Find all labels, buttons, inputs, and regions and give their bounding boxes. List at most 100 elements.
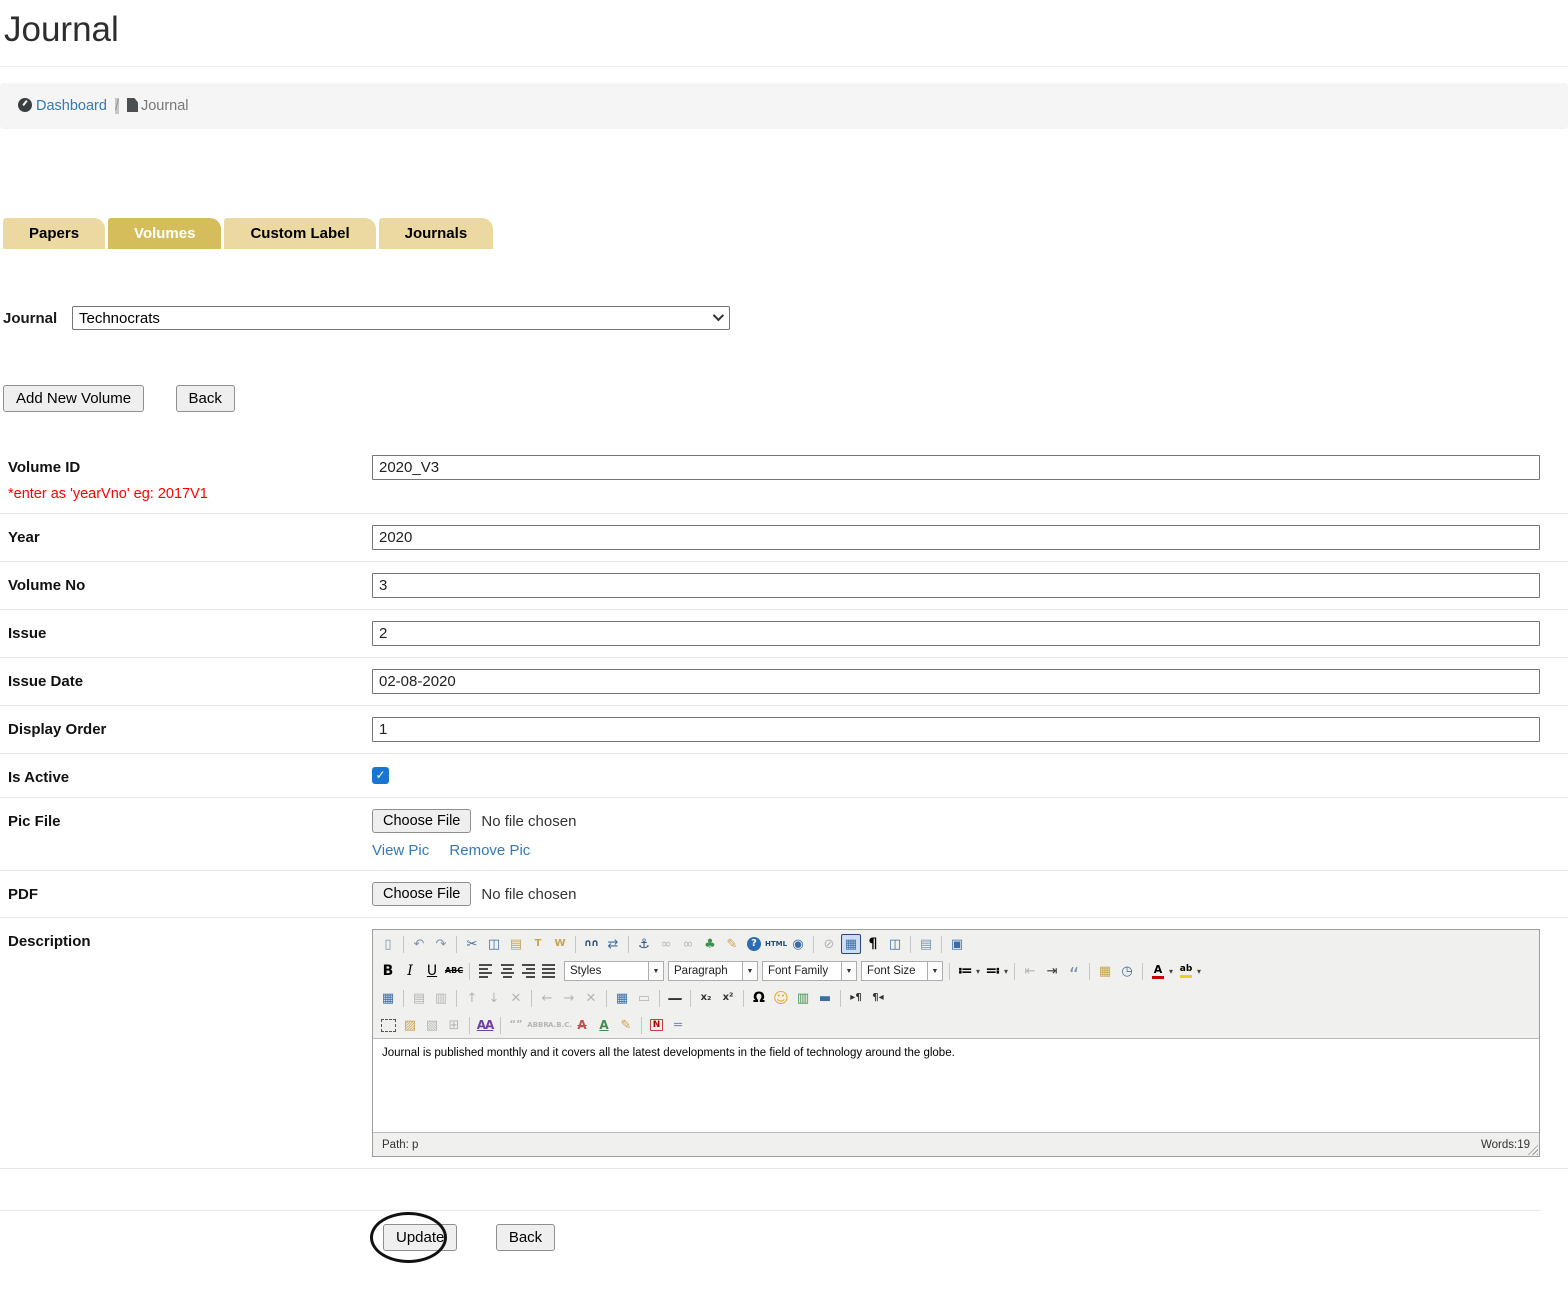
ltr-icon[interactable]: ▸¶ xyxy=(846,988,866,1008)
volume-id-input[interactable] xyxy=(372,455,1540,480)
new-document-icon[interactable]: ▯ xyxy=(378,934,398,954)
find-replace-icon[interactable]: ⇄ xyxy=(603,934,623,954)
background-color-icon-dropdown-arrow[interactable]: ▾ xyxy=(1197,967,1201,976)
align-center-icon[interactable] xyxy=(497,961,517,981)
delete-row-icon[interactable]: ✕ xyxy=(506,988,526,1008)
copy-icon[interactable]: ◫ xyxy=(484,934,504,954)
link-icon[interactable]: ∞ xyxy=(656,934,676,954)
text-color-icon-dropdown-arrow[interactable]: ▾ xyxy=(1169,967,1173,976)
styles-select-arrow-icon[interactable]: ▼ xyxy=(648,962,663,980)
emoticons-icon[interactable]: ☺ xyxy=(771,988,791,1008)
superscript-icon[interactable]: x² xyxy=(718,988,738,1008)
insert-row-before-icon[interactable]: ↑ xyxy=(462,988,482,1008)
anchor-icon[interactable]: ⚓ xyxy=(634,934,654,954)
advanced-hr-icon[interactable]: ▬ xyxy=(815,988,835,1008)
numbered-list-icon[interactable]: ≕ xyxy=(983,961,1003,981)
absolute-position-icon[interactable]: ⊞ xyxy=(444,1015,464,1035)
blockquote-icon[interactable]: “ xyxy=(1064,961,1084,981)
move-backward-icon[interactable]: ▧ xyxy=(422,1015,442,1035)
unlink-icon[interactable]: ∞ xyxy=(678,934,698,954)
paragraph-format-select-arrow-icon[interactable]: ▼ xyxy=(742,962,757,980)
view-pic-link[interactable]: View Pic xyxy=(372,842,429,859)
inserted-text-icon[interactable]: A xyxy=(594,1015,614,1035)
is-active-checkbox[interactable] xyxy=(372,767,389,784)
insert-column-before-icon[interactable]: ← xyxy=(537,988,557,1008)
insert-layer-icon[interactable] xyxy=(378,1015,398,1035)
cut-icon[interactable]: ✂ xyxy=(462,934,482,954)
font-size-select[interactable]: Font Size▼ xyxy=(861,961,943,981)
bullet-list-icon-dropdown-arrow[interactable]: ▾ xyxy=(976,967,980,976)
back-button-bottom[interactable]: Back xyxy=(496,1224,555,1251)
update-button[interactable]: Update xyxy=(383,1224,457,1251)
add-new-volume-button[interactable]: Add New Volume xyxy=(3,385,144,412)
font-family-select[interactable]: Font Family▼ xyxy=(762,961,857,981)
styles-select[interactable]: Styles▼ xyxy=(564,961,664,981)
deleted-text-icon[interactable]: A xyxy=(572,1015,592,1035)
html-source-icon[interactable]: HTML xyxy=(766,934,786,954)
paste-icon[interactable]: ▤ xyxy=(506,934,526,954)
special-char-icon[interactable]: Ω xyxy=(749,988,769,1008)
pdf-choose-button[interactable]: Choose File xyxy=(372,882,471,906)
remove-format-icon[interactable]: ⊘ xyxy=(819,934,839,954)
paste-from-word-icon[interactable]: W xyxy=(550,934,570,954)
page-break-icon[interactable]: ═ xyxy=(668,1015,688,1035)
tab-papers[interactable]: Papers xyxy=(3,218,105,249)
insert-image-icon[interactable]: ♣ xyxy=(700,934,720,954)
attributes-icon[interactable]: ✎ xyxy=(616,1015,636,1035)
insert-column-after-icon[interactable]: → xyxy=(559,988,579,1008)
tab-custom-label[interactable]: Custom Label xyxy=(224,218,375,249)
insert-media-icon[interactable]: ▥ xyxy=(793,988,813,1008)
text-color-icon[interactable]: A xyxy=(1148,961,1168,981)
numbered-list-icon-dropdown-arrow[interactable]: ▾ xyxy=(1004,967,1008,976)
row-properties-icon[interactable]: ▤ xyxy=(409,988,429,1008)
redo-icon[interactable]: ↷ xyxy=(431,934,451,954)
editor-content-area[interactable]: Journal is published monthly and it cove… xyxy=(373,1038,1539,1133)
font-size-select-arrow-icon[interactable]: ▼ xyxy=(927,962,942,980)
nonbreaking-space-icon[interactable]: N xyxy=(649,1018,664,1032)
bold-icon[interactable]: B xyxy=(378,961,398,981)
preview-icon[interactable]: ◉ xyxy=(788,934,808,954)
visual-chars-icon[interactable]: ¶ xyxy=(863,934,883,954)
remove-pic-link[interactable]: Remove Pic xyxy=(449,842,530,859)
cell-properties-icon[interactable]: ▥ xyxy=(431,988,451,1008)
tab-volumes[interactable]: Volumes xyxy=(108,218,221,249)
indent-icon[interactable]: ⇥ xyxy=(1042,961,1062,981)
strikethrough-icon[interactable]: ABC xyxy=(444,961,464,981)
subscript-icon[interactable]: x₂ xyxy=(696,988,716,1008)
outdent-icon[interactable]: ⇤ xyxy=(1020,961,1040,981)
merge-cells-icon[interactable]: ▭ xyxy=(634,988,654,1008)
journal-select[interactable]: Technocrats xyxy=(72,306,730,330)
cleanup-code-icon[interactable]: ✎ xyxy=(722,934,742,954)
pic-file-choose-button[interactable]: Choose File xyxy=(372,809,471,833)
breadcrumb-dashboard-link[interactable]: Dashboard xyxy=(18,98,107,114)
split-cells-icon[interactable]: ▦ xyxy=(612,988,632,1008)
help-icon[interactable]: ? xyxy=(747,937,761,951)
underline-icon[interactable]: U xyxy=(422,961,442,981)
align-left-icon[interactable] xyxy=(475,961,495,981)
acronym-icon[interactable]: A.B.C. xyxy=(550,1015,570,1035)
move-forward-icon[interactable]: ▨ xyxy=(400,1015,420,1035)
insert-table-icon[interactable]: ▦ xyxy=(841,934,861,954)
rtl-icon[interactable]: ¶◂ xyxy=(868,988,888,1008)
insert-row-after-icon[interactable]: ↓ xyxy=(484,988,504,1008)
align-right-icon[interactable] xyxy=(519,961,539,981)
volume-no-input[interactable] xyxy=(372,573,1540,598)
paste-as-text-icon[interactable]: T xyxy=(528,934,548,954)
find-icon[interactable]: ∩∩ xyxy=(581,934,601,954)
back-button-top[interactable]: Back xyxy=(176,385,235,412)
delete-column-icon[interactable]: ✕ xyxy=(581,988,601,1008)
citation-icon[interactable]: “” xyxy=(506,1015,526,1035)
align-justify-icon[interactable] xyxy=(541,961,561,981)
bullet-list-icon[interactable]: ≔ xyxy=(955,961,975,981)
style-props-icon[interactable]: AA xyxy=(475,1015,495,1035)
template-icon[interactable]: ◫ xyxy=(885,934,905,954)
display-order-input[interactable] xyxy=(372,717,1540,742)
issue-date-input[interactable] xyxy=(372,669,1540,694)
paragraph-format-select[interactable]: Paragraph▼ xyxy=(668,961,758,981)
abbreviation-icon[interactable]: ABBR xyxy=(528,1015,548,1035)
tab-journals[interactable]: Journals xyxy=(379,218,494,249)
year-input[interactable] xyxy=(372,525,1540,550)
insert-time-icon[interactable]: ◷ xyxy=(1117,961,1137,981)
italic-icon[interactable]: I xyxy=(400,961,420,981)
font-family-select-arrow-icon[interactable]: ▼ xyxy=(841,962,856,980)
